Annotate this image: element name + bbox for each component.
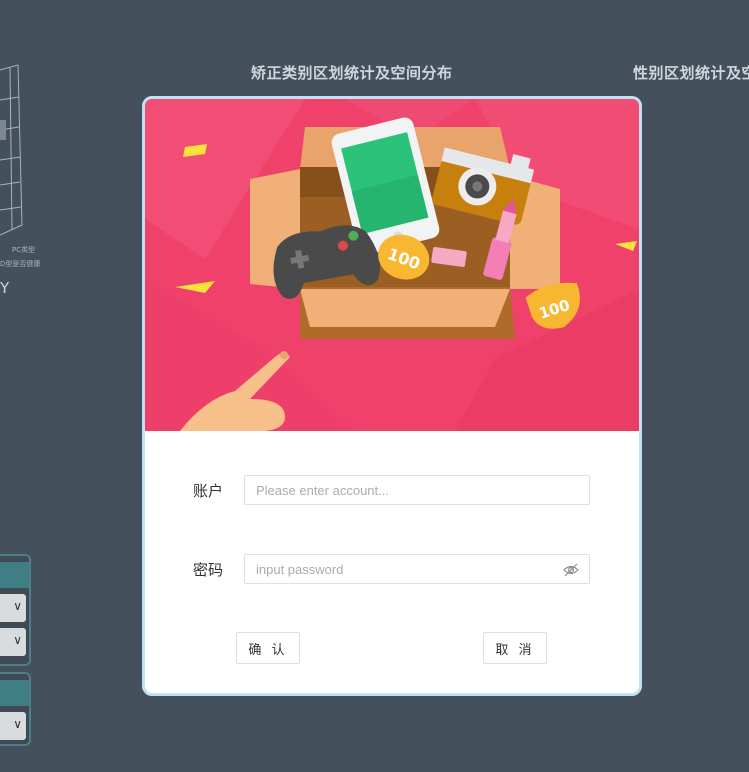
filter-select-2[interactable]: ∨	[0, 628, 26, 656]
login-banner-illustration: 100 100	[145, 99, 639, 431]
chevron-down-icon: ∨	[13, 599, 22, 613]
chart-title-gender: 性别区划统计及空	[633, 64, 749, 82]
chart-title-correction-category: 矫正类别区划统计及空间分布	[251, 64, 453, 82]
account-label: 账户	[193, 482, 224, 500]
account-input[interactable]	[244, 475, 590, 505]
chevron-down-icon: ∨	[13, 633, 22, 647]
filter-select-1[interactable]: ∨	[0, 594, 26, 622]
filter-panel-1: ∨ ∨	[0, 554, 31, 666]
filter-panel-header	[0, 562, 29, 588]
filter-panel-2: ∨	[0, 672, 31, 746]
filter-select-3[interactable]: ∨	[0, 712, 26, 740]
diagram-label-y: Y	[0, 279, 10, 297]
confirm-button[interactable]: 确 认	[236, 632, 300, 664]
diagram-label-health: D型是否健康	[0, 259, 40, 268]
eye-off-icon[interactable]	[563, 562, 579, 578]
password-row: 密码	[145, 554, 639, 586]
filter-panel-header	[0, 680, 29, 706]
account-row: 账户	[145, 475, 639, 507]
login-dialog: 100 100 账户 密码 确 认 取 消	[142, 96, 642, 696]
diagram-label-pc-type: PC类型	[12, 245, 35, 254]
cancel-button[interactable]: 取 消	[483, 632, 547, 664]
password-input[interactable]	[244, 554, 590, 584]
chevron-down-icon: ∨	[13, 717, 22, 731]
background-diagram: PC类型 D型是否健康 Y	[0, 64, 40, 297]
password-label: 密码	[193, 561, 224, 579]
